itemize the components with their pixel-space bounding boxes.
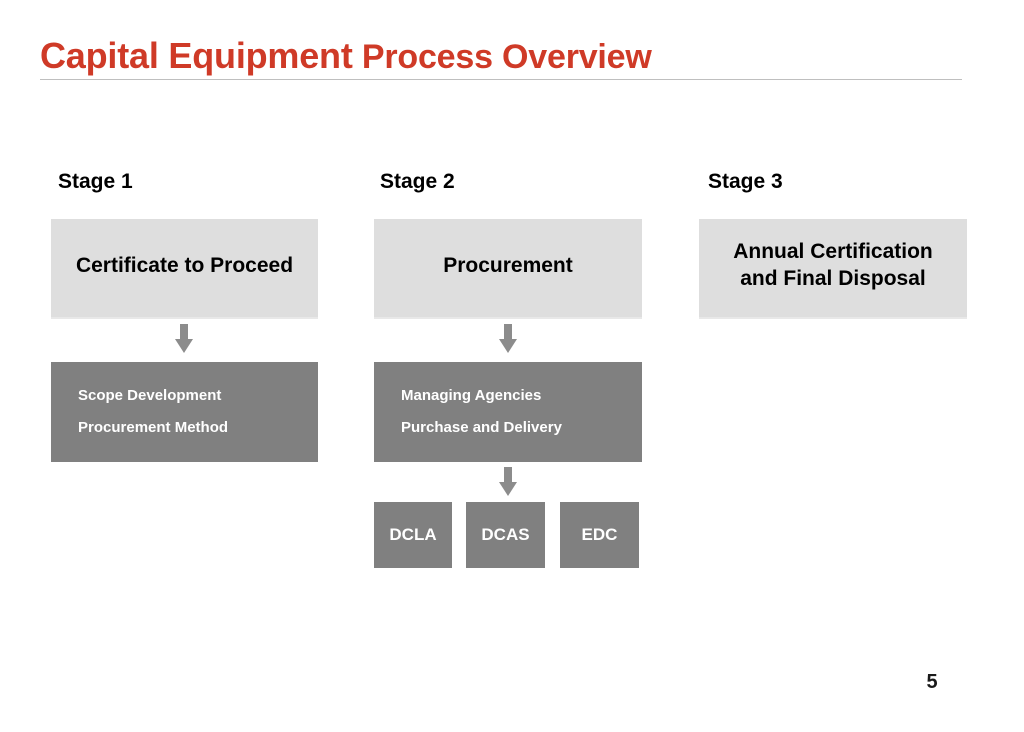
stage1-detail-box: Scope Development Procurement Method	[51, 362, 318, 462]
stage2-detail-line-2: Purchase and Delivery	[401, 419, 562, 436]
stage3-primary-box-line-1: Annual Certification	[733, 240, 933, 263]
stage2-primary-box: Procurement	[374, 219, 642, 319]
stage3-primary-box-label: Annual Certification and Final Disposal	[723, 238, 943, 292]
page-title: Capital Equipment Process Overview	[40, 34, 970, 78]
title-divider	[40, 79, 962, 80]
stage1-primary-box-label: Certificate to Proceed	[75, 253, 294, 277]
stage-label-2: Stage 2	[380, 170, 455, 193]
agency-box-dcla: DCLA	[374, 502, 452, 568]
agency-box-dcas: DCAS	[466, 502, 545, 568]
down-arrow-icon	[499, 324, 517, 353]
stage2-detail-line-1: Managing Agencies	[401, 387, 542, 404]
page-title-lead: Capital Equipment	[40, 35, 353, 76]
down-arrow-icon	[499, 467, 517, 496]
stage3-primary-box: Annual Certification and Final Disposal	[699, 219, 967, 319]
agency-box-dcla-label: DCLA	[389, 525, 437, 544]
stage2-primary-box-label: Procurement	[443, 253, 573, 277]
agency-box-dcas-label: DCAS	[481, 525, 530, 544]
stage3-primary-box-line-2: and Final Disposal	[740, 267, 926, 290]
stage-label-3: Stage 3	[708, 170, 783, 193]
slide-canvas: Capital Equipment Process Overview Stage…	[0, 0, 1024, 732]
stage1-detail-line-2: Procurement Method	[78, 419, 229, 436]
agency-box-edc-label: EDC	[581, 525, 618, 544]
stage1-detail-line-1: Scope Development	[78, 387, 222, 404]
page-number: 5	[926, 671, 938, 693]
stage1-primary-box: Certificate to Proceed	[51, 219, 318, 319]
page-title-rest: Process Overview	[352, 38, 652, 76]
down-arrow-icon	[175, 324, 193, 353]
agency-box-edc: EDC	[560, 502, 639, 568]
stage2-detail-box: Managing Agencies Purchase and Delivery	[374, 362, 642, 462]
stage-label-1: Stage 1	[58, 170, 133, 193]
